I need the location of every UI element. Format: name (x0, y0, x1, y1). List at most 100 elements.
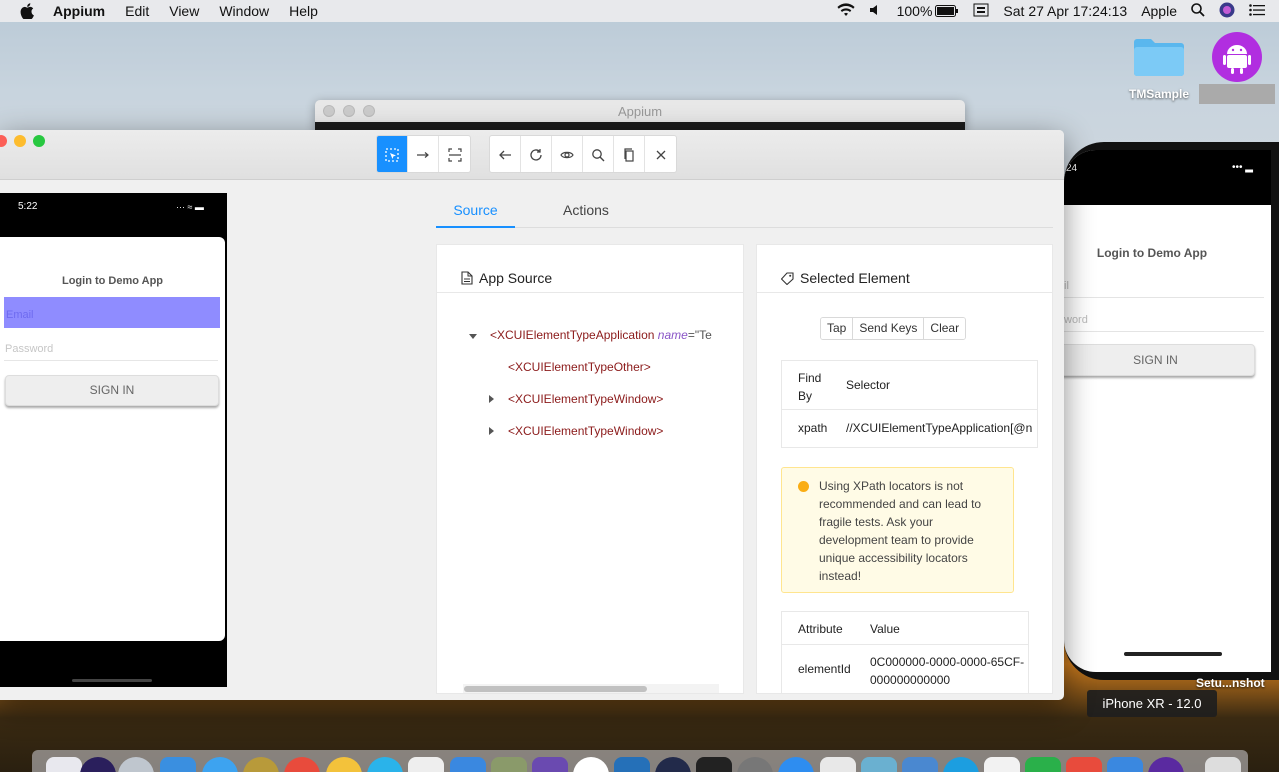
eye-icon (560, 151, 574, 159)
trash-icon[interactable] (1205, 757, 1241, 772)
source-node-other[interactable]: <XCUIElementTypeOther> (508, 360, 651, 374)
search-icon (592, 149, 605, 162)
qt-icon[interactable] (1025, 757, 1061, 772)
background-appium-window[interactable]: Appium (315, 100, 965, 132)
zoom-window-button[interactable] (33, 135, 45, 147)
find-by-value: xpath (798, 421, 828, 435)
selector-value[interactable]: //XCUIElementTypeApplication[@n (830, 410, 1037, 447)
expand-caret-icon[interactable] (489, 395, 494, 403)
copy-xml-button[interactable] (614, 136, 645, 172)
show-hide-button[interactable] (552, 136, 583, 172)
simulator-time: 24 (1066, 163, 1078, 174)
warning-icon (798, 481, 809, 492)
terminal-icon[interactable] (696, 757, 732, 772)
tab-source[interactable]: Source (436, 193, 515, 228)
activity-monitor-icon[interactable] (861, 757, 897, 772)
copy-icon (624, 148, 634, 162)
simulator-home-indicator[interactable] (1124, 652, 1222, 656)
volume-icon[interactable] (869, 3, 883, 20)
wifi-icon[interactable] (837, 2, 855, 20)
android-app-label-redacted (1199, 84, 1275, 104)
email-field-highlighted[interactable]: Email (4, 297, 220, 328)
battery-status[interactable]: 100% (897, 3, 960, 19)
spotlight-search-icon[interactable] (1191, 2, 1205, 20)
android-studio-icon[interactable] (491, 757, 527, 772)
folder-icon[interactable] (1134, 38, 1184, 76)
selected-element-header: Selected Element (757, 245, 1052, 293)
quit-session-button[interactable] (645, 136, 676, 172)
table-header-row: Find By Selector (782, 361, 1037, 410)
android-app-icon[interactable] (1212, 32, 1262, 82)
selected-element-panel: Selected Element Tap Send Keys Clear Fin… (756, 244, 1053, 694)
app-source-panel: App Source <XCUIElementTypeApplication n… (436, 244, 744, 694)
xpath-warning-alert: Using XPath locators is not recommended … (781, 467, 1014, 593)
interaction-mode-group (376, 135, 471, 173)
siri-icon[interactable] (1219, 2, 1235, 21)
minimize-window-button[interactable] (14, 135, 26, 147)
menu-app[interactable]: Appium (53, 3, 105, 19)
user-name[interactable]: Apple (1141, 3, 1177, 19)
root-attr-value: "Te (694, 328, 712, 342)
attribute-header: Attribute (798, 622, 843, 636)
app-store-folder-icon[interactable] (160, 757, 196, 772)
simulator-login-title: Login to Demo App (1096, 246, 1208, 260)
send-keys-button[interactable]: Send Keys (853, 318, 925, 339)
table-row[interactable]: xpath //XCUIElementTypeApplication[@n (782, 410, 1037, 447)
value-header: Value (870, 622, 900, 636)
select-cursor-icon (385, 148, 399, 162)
folder-label: TMSample (1128, 87, 1189, 101)
tap-coordinates-button[interactable] (439, 136, 470, 172)
source-root-node[interactable]: <XCUIElementTypeApplication name="Te (490, 328, 712, 342)
refresh-button[interactable] (521, 136, 552, 172)
simulator-password-field[interactable]: word (1064, 304, 1264, 332)
app-source-header: App Source (437, 245, 743, 293)
menu-window[interactable]: Window (219, 3, 269, 19)
source-node-window-2[interactable]: <XCUIElementTypeWindow> (508, 424, 663, 438)
simulator-signin-button[interactable]: SIGN IN (1064, 344, 1255, 376)
search-element-button[interactable] (583, 136, 614, 172)
tab-actions[interactable]: Actions (563, 193, 609, 228)
calendar-icon[interactable] (408, 757, 444, 772)
menu-view[interactable]: View (169, 3, 199, 19)
clear-button[interactable]: Clear (924, 318, 966, 339)
scrollbar-thumb[interactable] (464, 686, 647, 692)
back-button[interactable] (490, 136, 521, 172)
menu-edit[interactable]: Edit (125, 3, 149, 19)
preview-icon[interactable] (902, 757, 938, 772)
horizontal-scrollbar[interactable] (463, 684, 719, 693)
expand-caret-icon[interactable] (489, 427, 494, 435)
finder-icon[interactable] (46, 757, 82, 772)
source-node-window-1[interactable]: <XCUIElementTypeWindow> (508, 392, 663, 406)
keyboard-icon[interactable] (973, 3, 989, 20)
close-window-button[interactable] (0, 135, 7, 147)
downloads-folder-icon[interactable] (1107, 757, 1143, 772)
simulator-status-icons: ••• ▂ (1232, 162, 1253, 173)
select-elements-button[interactable] (377, 136, 408, 172)
simulator-status-bar: 24 ••• ▂ (1064, 150, 1271, 205)
collapse-caret-icon[interactable] (469, 334, 477, 339)
clock-datetime[interactable]: Sat 27 Apr 17:24:13 (1003, 3, 1127, 19)
swipe-mode-button[interactable] (408, 136, 439, 172)
device-screen[interactable]: Login to Demo App Email Password SIGN IN (0, 237, 225, 641)
xcode-icon[interactable] (450, 757, 486, 772)
textedit-icon[interactable] (820, 757, 856, 772)
notification-center-icon[interactable] (1249, 3, 1265, 19)
menu-help[interactable]: Help (289, 3, 318, 19)
vo-icon[interactable] (1066, 757, 1102, 772)
ios-simulator[interactable]: 24 ••• ▂ Login to Demo App il word SIGN … (1064, 142, 1279, 680)
simulator-screen[interactable]: 24 ••• ▂ Login to Demo App il word SIGN … (1064, 150, 1271, 672)
signin-button[interactable]: SIGN IN (5, 375, 219, 406)
simulator-email-field[interactable]: il (1064, 270, 1264, 298)
vscode-icon[interactable] (614, 757, 650, 772)
notes-icon[interactable] (984, 757, 1020, 772)
visual-studio-icon[interactable] (532, 757, 568, 772)
password-field[interactable]: Password (4, 337, 218, 361)
arrow-left-icon (499, 150, 511, 160)
apple-logo-icon[interactable] (20, 3, 34, 19)
device-screenshot[interactable]: 5:22 ··· ≈ ▬ Login to Demo App Email Pas… (0, 193, 227, 687)
device-home-indicator (72, 679, 152, 682)
attribute-value[interactable]: 0C000000-0000-0000-65CF-000000000000 (854, 645, 1028, 693)
table-row[interactable]: elementId 0C000000-0000-0000-65CF-000000… (782, 645, 1028, 693)
attributes-table: Attribute Value elementId 0C000000-0000-… (781, 611, 1029, 693)
tap-button[interactable]: Tap (821, 318, 854, 339)
